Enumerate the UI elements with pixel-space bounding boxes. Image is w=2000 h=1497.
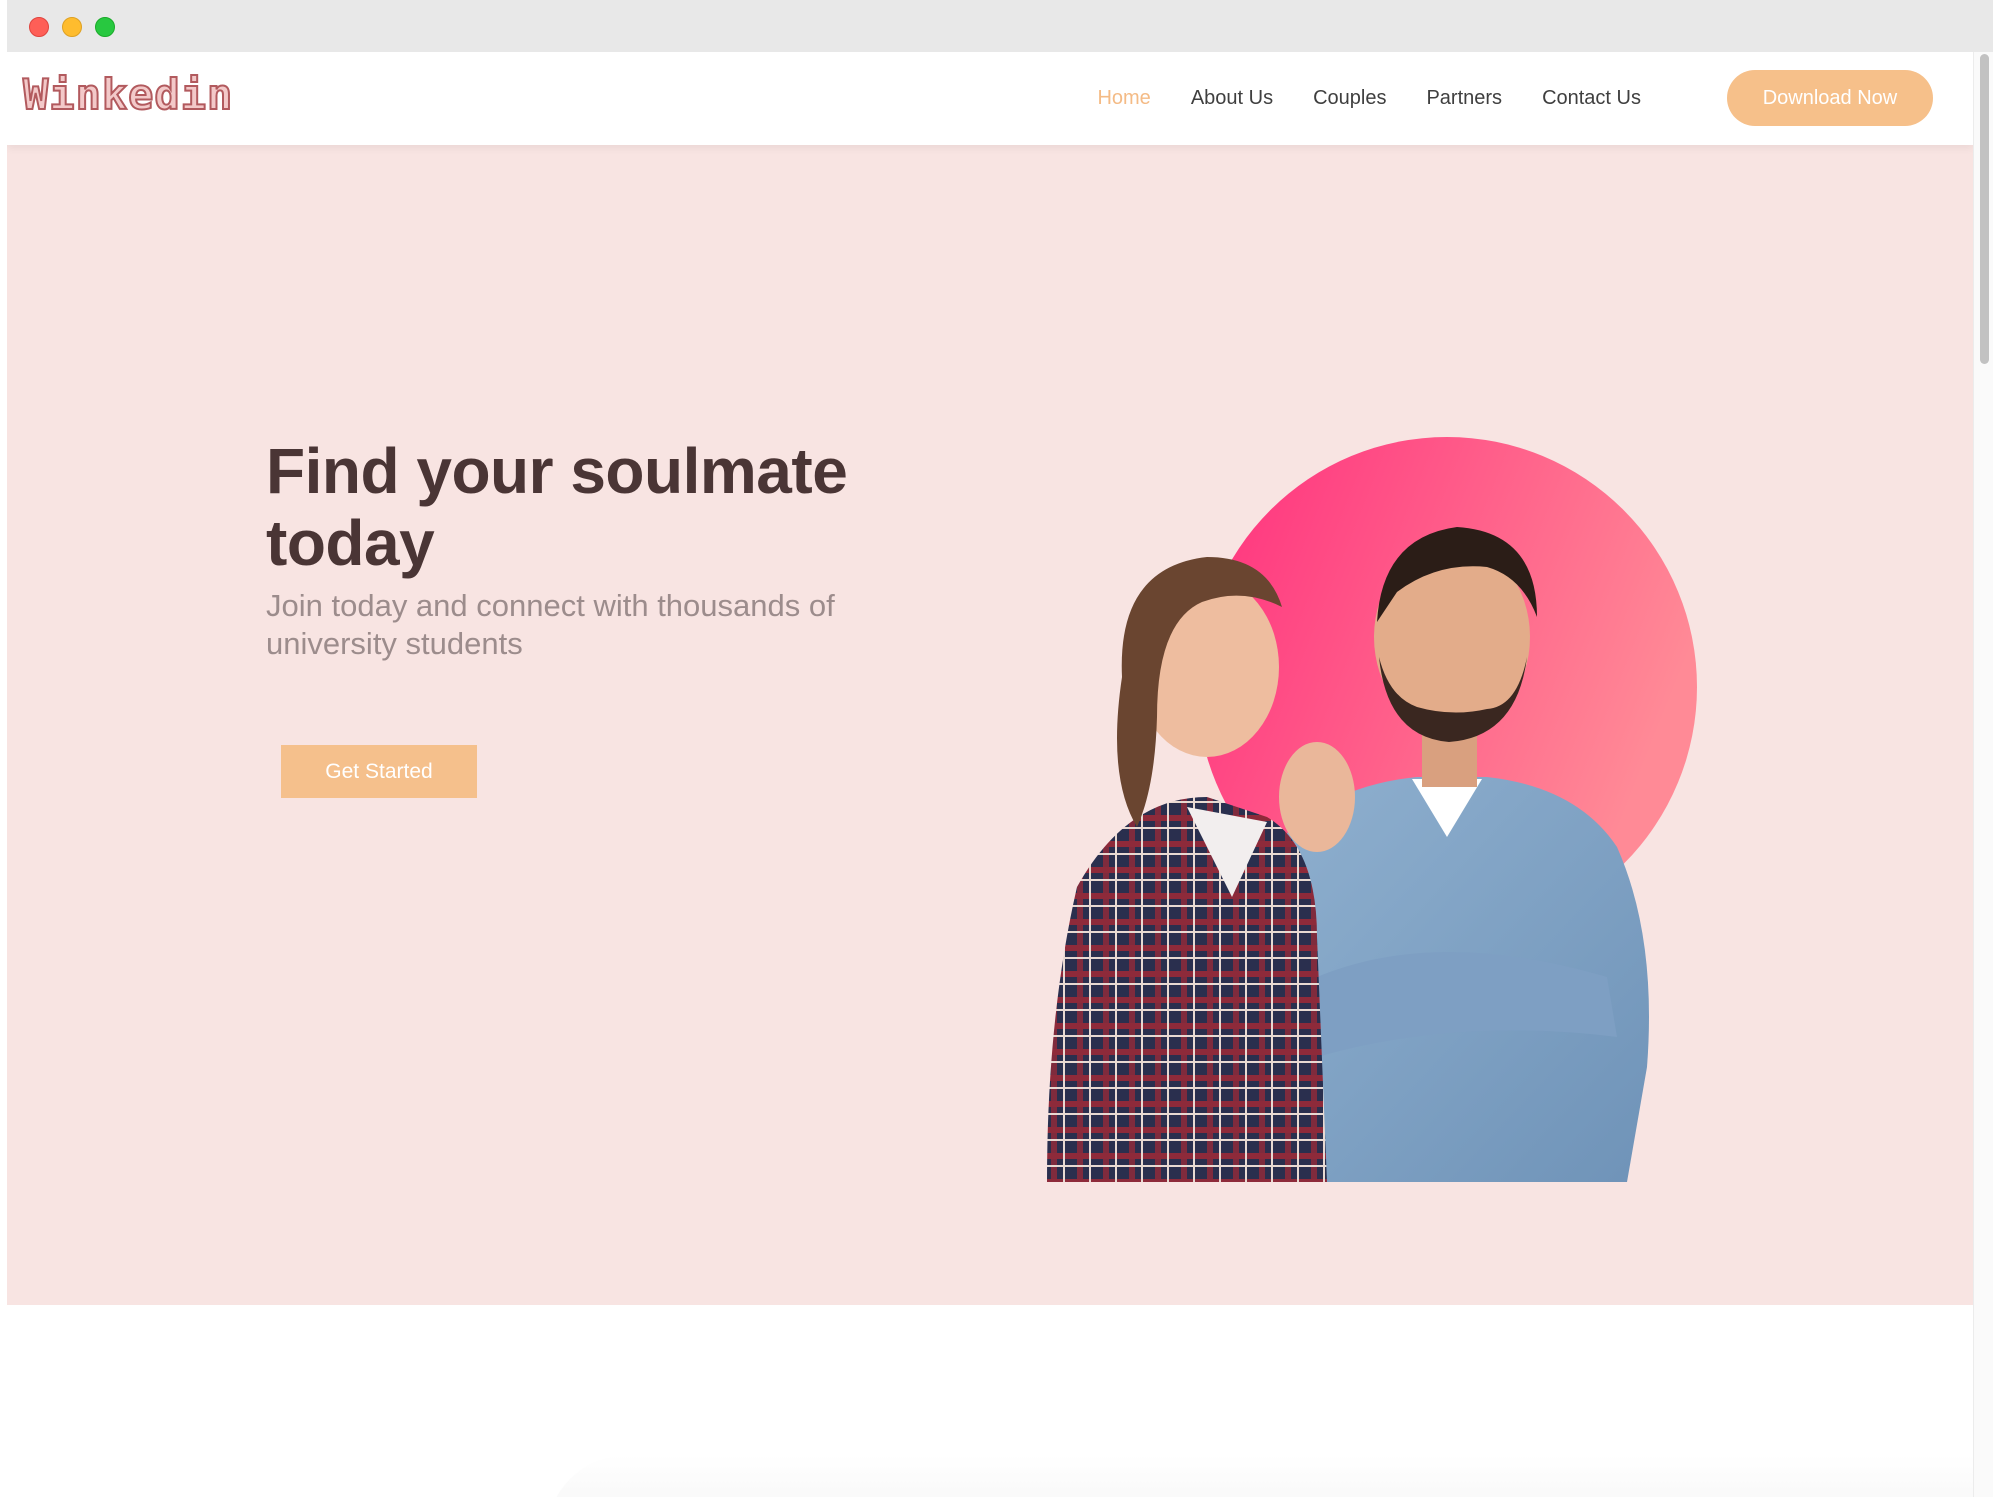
- scrollbar-thumb[interactable]: [1980, 54, 1989, 364]
- scrollbar[interactable]: [1973, 52, 1993, 1497]
- nav-link-home[interactable]: Home: [1097, 87, 1150, 110]
- window-titlebar: [7, 0, 1993, 52]
- close-window-button[interactable]: [29, 17, 49, 37]
- zoom-window-button[interactable]: [95, 17, 115, 37]
- minimize-window-button[interactable]: [62, 17, 82, 37]
- hero-section: Find your soulmate today Join today and …: [7, 145, 1973, 1305]
- section-card-edge: [547, 1455, 1973, 1497]
- hero-subtitle: Join today and connect with thousands of…: [266, 588, 835, 661]
- get-started-button[interactable]: Get Started: [281, 745, 477, 798]
- couple-photo: [1017, 417, 1717, 1182]
- nav-link-contact-us[interactable]: Contact Us: [1542, 87, 1641, 110]
- nav-link-partners[interactable]: Partners: [1426, 87, 1502, 110]
- navbar: Winkedin Home About Us Couples Partners …: [7, 52, 1973, 145]
- page-viewport: Winkedin Home About Us Couples Partners …: [7, 52, 1973, 1497]
- browser-window: Winkedin Home About Us Couples Partners …: [7, 0, 1993, 1497]
- download-now-button[interactable]: Download Now: [1727, 70, 1933, 126]
- nav-links: Home About Us Couples Partners Contact U…: [1097, 52, 1641, 145]
- nav-link-couples[interactable]: Couples: [1313, 87, 1386, 110]
- next-section: [7, 1305, 1973, 1497]
- logo[interactable]: Winkedin: [22, 69, 233, 120]
- nav-link-about-us[interactable]: About Us: [1191, 87, 1273, 110]
- hero-title: Find your soulmate today: [266, 435, 848, 579]
